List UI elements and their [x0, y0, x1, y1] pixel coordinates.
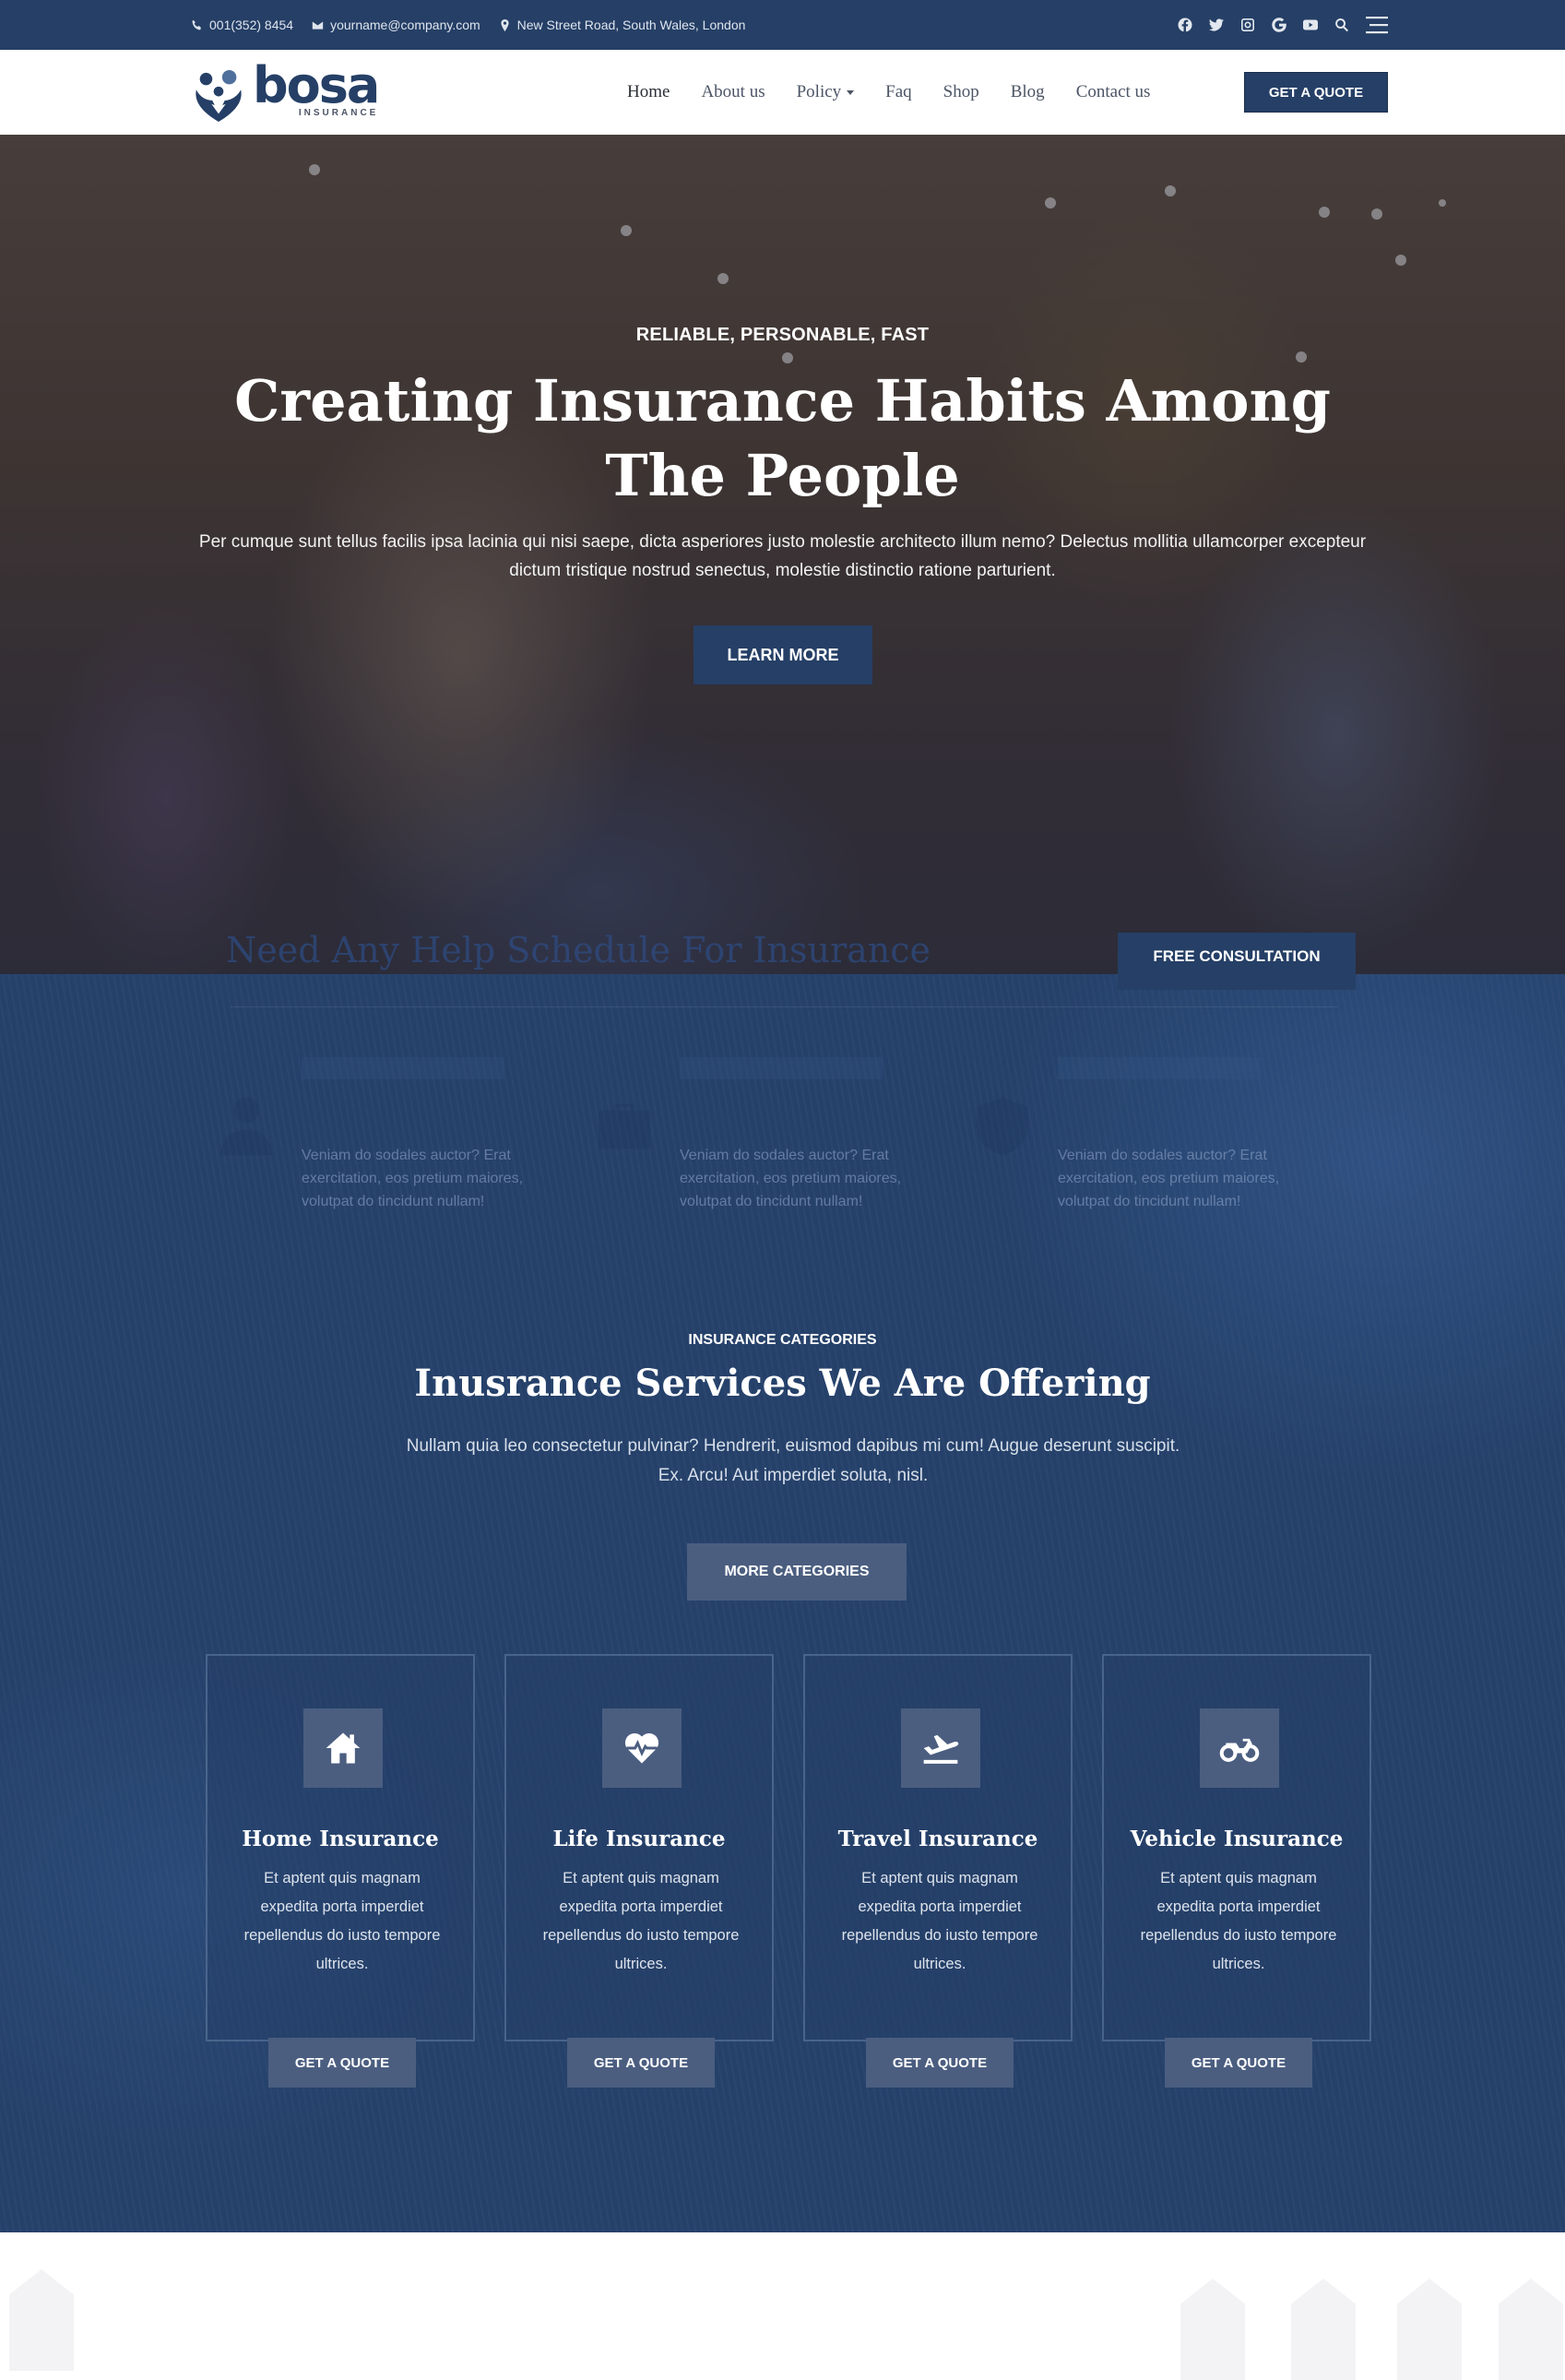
nav-shop[interactable]: Shop — [943, 82, 979, 102]
insurance-card-home: Home Insurance Et aptent quis magnam exp… — [206, 1654, 475, 2088]
card-get-a-quote-button[interactable]: GET A QUOTE — [567, 2038, 715, 2088]
phone-number: 001(352) 8454 — [209, 18, 294, 32]
nav-contact-us[interactable]: Contact us — [1076, 82, 1151, 102]
search-icon[interactable] — [1334, 18, 1349, 32]
card-title: Life Insurance — [552, 1827, 726, 1851]
caret-down-icon — [847, 89, 855, 95]
divider — [231, 1006, 1337, 1007]
feature-title — [302, 1057, 504, 1079]
social-links — [1178, 0, 1388, 50]
categories-eyebrow: INSURANCE CATEGORIES — [688, 1332, 877, 1348]
decorative-shape — [1499, 2279, 1563, 2380]
site-header: bosa INSURANCE Home About us Policy Faq … — [0, 50, 1565, 135]
categories-lead: Nullam quia leo consectetur pulvinar? He… — [406, 1436, 1180, 1485]
nav-policy-label: Policy — [796, 82, 842, 101]
services-section: Veniam do sodales auctor? Erat exercitat… — [0, 974, 1565, 2232]
nav-home-label: Home — [627, 82, 670, 101]
heartbeat-icon — [602, 1708, 682, 1788]
insurance-cards: Home Insurance Et aptent quis magnam exp… — [206, 1654, 1373, 2088]
contact-phone[interactable]: 001(352) 8454 — [191, 18, 293, 32]
motorcycle-icon — [1200, 1708, 1279, 1788]
logo[interactable]: bosa INSURANCE — [192, 56, 380, 124]
nav-about-label: About us — [701, 82, 765, 101]
feature-item: Veniam do sodales auctor? Erat exercitat… — [214, 1039, 592, 1209]
feature-text: Veniam do sodales auctor? Erat exercitat… — [680, 1148, 902, 1209]
feature-text: Veniam do sodales auctor? Erat exercitat… — [1058, 1148, 1280, 1209]
card-get-a-quote-button[interactable]: GET A QUOTE — [1165, 2038, 1312, 2088]
feature-list: Veniam do sodales auctor? Erat exercitat… — [214, 1039, 1367, 1209]
decorative-shape — [1291, 2279, 1356, 2380]
nav-shop-label: Shop — [943, 82, 979, 101]
logo-name: bosa — [253, 56, 380, 114]
card-get-a-quote-button[interactable]: GET A QUOTE — [268, 2038, 416, 2088]
shield-icon — [970, 1094, 1035, 1159]
hero-title: Creating Insurance Habits Among The Peop… — [234, 367, 1331, 509]
decorative-shape — [1397, 2279, 1462, 2380]
free-consultation-button[interactable]: FREE CONSULTATION — [1118, 933, 1356, 990]
nav-faq-label: Faq — [885, 82, 912, 101]
card-text: Et aptent quis magnam expedita porta imp… — [243, 1870, 441, 1972]
learn-more-button[interactable]: LEARN MORE — [694, 625, 872, 684]
top-bar: 001(352) 8454 yourname@company.com New S… — [0, 0, 1565, 50]
nav-about-us[interactable]: About us — [701, 82, 765, 102]
help-banner-title: Need Any Help Schedule For Insurance — [226, 930, 931, 970]
decorative-shape — [1180, 2279, 1245, 2380]
nav-blog[interactable]: Blog — [1011, 82, 1045, 102]
facebook-icon[interactable] — [1178, 18, 1192, 32]
google-icon[interactable] — [1272, 18, 1286, 32]
contact-address: New Street Road, South Wales, London — [499, 18, 746, 32]
card-text: Et aptent quis magnam expedita porta imp… — [841, 1870, 1038, 1972]
nav-contact-label: Contact us — [1075, 82, 1151, 101]
insurance-card-vehicle: Vehicle Insurance Et aptent quis magnam … — [1102, 1654, 1371, 2088]
envelope-icon — [312, 20, 324, 30]
logo-wordmark: bosa INSURANCE — [253, 56, 380, 124]
feature-text: Veniam do sodales auctor? Erat exercitat… — [302, 1148, 524, 1209]
card-title: Travel Insurance — [837, 1827, 1038, 1851]
main-nav: Home About us Policy Faq Shop Blog Conta… — [627, 50, 1181, 135]
nav-faq[interactable]: Faq — [885, 82, 912, 102]
logo-family-heart-icon — [196, 69, 242, 123]
email-address: yourname@company.com — [330, 18, 480, 32]
home-icon — [303, 1708, 383, 1788]
hamburger-menu-icon[interactable] — [1366, 16, 1388, 34]
categories-title: Inusrance Services We Are Offering — [414, 1362, 1151, 1405]
more-categories-button[interactable]: MORE CATEGORIES — [687, 1543, 907, 1601]
get-a-quote-button[interactable]: GET A QUOTE — [1244, 72, 1388, 113]
logo-tagline: INSURANCE — [298, 108, 379, 118]
feature-title — [680, 1057, 883, 1079]
nav-policy[interactable]: Policy — [797, 82, 855, 102]
instagram-icon[interactable] — [1240, 18, 1255, 32]
hero-section: RELIABLE, PERSONABLE, FAST Creating Insu… — [0, 135, 1565, 974]
hero-eyebrow: RELIABLE, PERSONABLE, FAST — [635, 325, 930, 345]
feature-title — [1058, 1057, 1261, 1079]
contact-info: 001(352) 8454 yourname@company.com New S… — [191, 0, 745, 50]
phone-icon — [192, 19, 201, 30]
plane-departure-icon — [901, 1708, 980, 1788]
feature-item: Veniam do sodales auctor? Erat exercitat… — [592, 1039, 970, 1209]
hero-lead: Per cumque sunt tellus facilis ipsa laci… — [198, 532, 1367, 580]
card-get-a-quote-button[interactable]: GET A QUOTE — [866, 2038, 1014, 2088]
insurance-card-travel: Travel Insurance Et aptent quis magnam e… — [803, 1654, 1073, 2088]
map-marker-icon — [501, 18, 509, 31]
twitter-icon[interactable] — [1209, 18, 1224, 32]
card-title: Vehicle Insurance — [1130, 1827, 1344, 1851]
insurance-card-life: Life Insurance Et aptent quis magnam exp… — [504, 1654, 774, 2088]
card-text: Et aptent quis magnam expedita porta imp… — [1140, 1870, 1337, 1972]
address-text: New Street Road, South Wales, London — [516, 18, 746, 32]
decorative-shape — [9, 2269, 74, 2371]
next-section — [0, 2232, 1565, 2380]
nav-home[interactable]: Home — [627, 82, 670, 102]
card-title: Home Insurance — [242, 1827, 439, 1851]
card-text: Et aptent quis magnam expedita porta imp… — [542, 1870, 740, 1972]
briefcase-icon — [592, 1094, 657, 1159]
youtube-icon[interactable] — [1303, 18, 1318, 32]
contact-email[interactable]: yourname@company.com — [312, 18, 480, 32]
user-icon — [214, 1094, 279, 1159]
nav-blog-label: Blog — [1010, 82, 1045, 101]
feature-item: Veniam do sodales auctor? Erat exercitat… — [970, 1039, 1348, 1209]
